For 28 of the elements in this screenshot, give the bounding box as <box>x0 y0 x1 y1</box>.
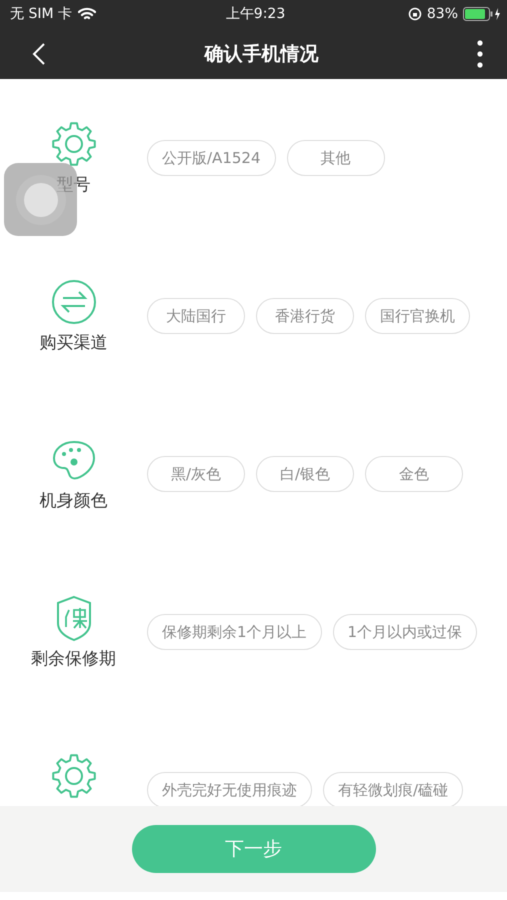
battery-icon <box>463 7 502 21</box>
clock-text: 上午9:23 <box>226 5 286 23</box>
option-chip[interactable]: 国行官换机 <box>365 298 470 334</box>
section-label: 购买渠道 <box>40 332 108 354</box>
wifi-icon <box>78 7 96 21</box>
option-chip[interactable]: 1个月以内或过保 <box>332 614 478 650</box>
battery-percent: 83% <box>426 6 458 22</box>
back-icon <box>32 42 46 66</box>
option-chip[interactable]: 香港行货 <box>256 298 354 334</box>
option-chip[interactable]: 保修期剩余1个月以上 <box>147 614 322 650</box>
option-chip[interactable]: 外壳完好无使用痕迹 <box>147 772 312 806</box>
exchange-icon <box>50 278 98 326</box>
more-icon <box>477 40 483 68</box>
gear-icon <box>50 752 98 800</box>
option-chip[interactable]: 公开版/A1524 <box>147 140 276 176</box>
section-label: 机身颜色 <box>40 490 108 512</box>
page-title: 确认手机情况 <box>204 42 318 66</box>
option-chip[interactable]: 其他 <box>286 140 384 176</box>
rotation-lock-icon <box>408 7 422 21</box>
gear-icon <box>50 120 98 168</box>
option-chip[interactable]: 金色 <box>365 456 463 492</box>
option-chip[interactable]: 大陆国行 <box>147 298 245 334</box>
option-chip[interactable]: 有轻微划痕/磕碰 <box>323 772 464 806</box>
carrier-text: 无 SIM 卡 <box>10 5 72 23</box>
option-chip[interactable]: 白/银色 <box>256 456 354 492</box>
section-label: 剩余保修期 <box>31 648 116 670</box>
next-button[interactable]: 下一步 <box>132 825 376 873</box>
option-chip[interactable]: 黑/灰色 <box>147 456 245 492</box>
